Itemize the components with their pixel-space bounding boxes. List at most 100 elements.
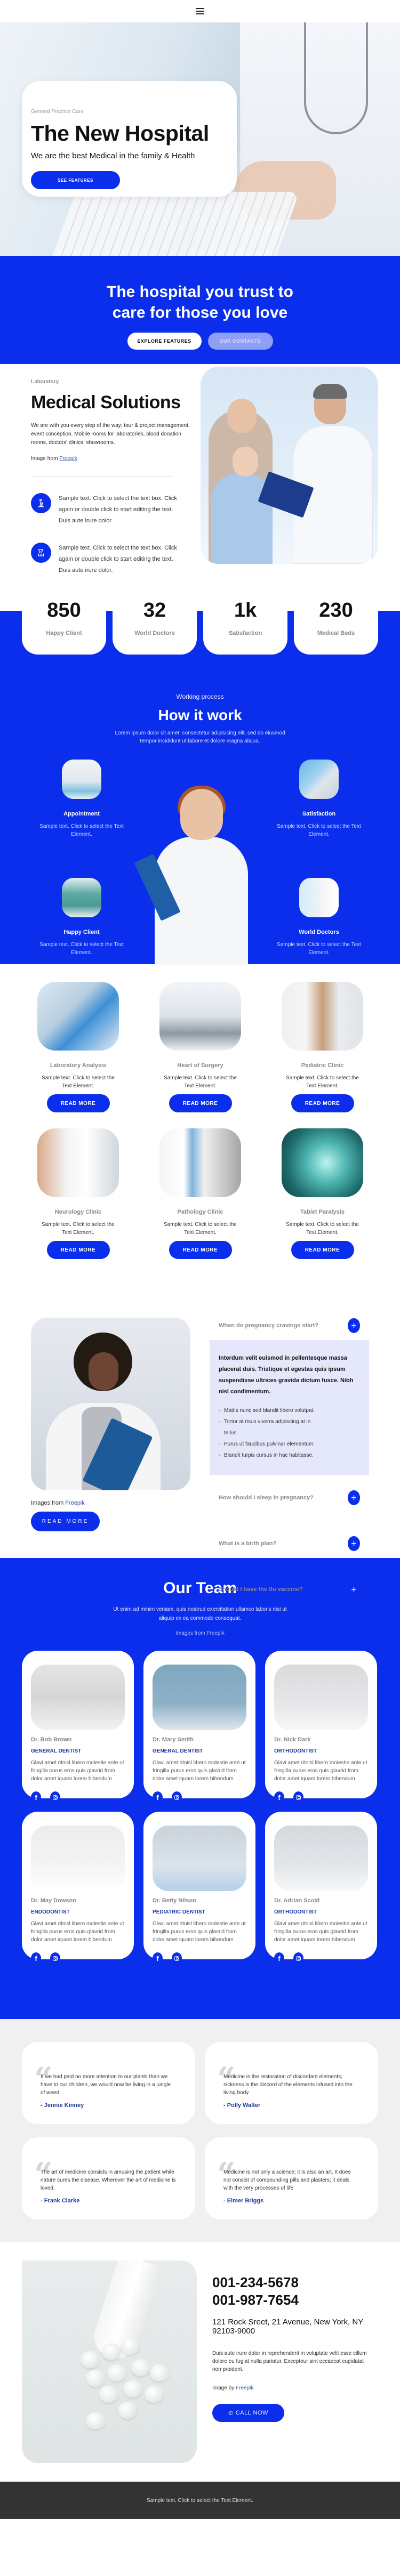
social-links: f	[153, 1791, 246, 1803]
medical-solutions-section: Laboratory Medical Solutions We are with…	[0, 364, 400, 596]
call-now-label: CALL NOW	[235, 2410, 268, 2416]
stat-card: 230 Medical Beds	[294, 596, 378, 655]
service-text: Sample text. Click to select the Text El…	[164, 1075, 237, 1089]
facebook-icon[interactable]: f	[274, 1952, 284, 1964]
doctor-coat-image	[299, 878, 339, 917]
service-title: Tablet Paralysis	[300, 1209, 345, 1215]
explore-features-button[interactable]: EXPLORE FEATURES	[127, 333, 202, 350]
question-text: What is a birth plan?	[219, 1540, 277, 1547]
photo-pill	[86, 2412, 105, 2429]
keyboard-graphic	[52, 192, 300, 256]
faq-question[interactable]: Should I have the flu vaccine? +	[210, 1581, 369, 1597]
section-description: Lorem ipsum dolor sit amet, consectetur …	[115, 730, 285, 744]
instagram-icon[interactable]	[50, 1952, 60, 1964]
plus-icon[interactable]: +	[348, 1536, 360, 1551]
step-title: Satisfaction	[302, 811, 336, 817]
faq-question[interactable]: What is a birth plan? +	[210, 1536, 369, 1552]
call-now-button[interactable]: ✆ CALL NOW	[212, 2404, 284, 2422]
service-card: Neurology Clinic Sample text. Click to s…	[37, 1128, 119, 1259]
photo-pill	[107, 2364, 126, 2381]
member-name: Dr. Adrian Scold	[274, 1897, 320, 1904]
testimonials-section: “If we had paid no more attention to our…	[0, 2019, 400, 2242]
hero-section: General Practice Care The New Hospital W…	[0, 22, 400, 256]
step-title: World Doctors	[299, 929, 339, 935]
section-description: Ut enim ad minim veniam, quis nostrud ex…	[113, 1606, 287, 1621]
hero-subtitle: We are the best Medical in the family & …	[31, 151, 195, 160]
test-tube-icon	[31, 543, 51, 563]
service-title: Neurology Clinic	[54, 1209, 102, 1215]
team-member-card: Dr. Mary Smith GENERAL DENTIST Glavi amet …	[143, 1651, 255, 1803]
team-grid: Dr. Bob Brown GENERAL DENTIST Glavi amet r…	[22, 1651, 400, 1964]
answer-list: Mattis nunc sed blandit libero volutpat.…	[219, 1405, 360, 1461]
read-more-button[interactable]: READ MORE	[31, 1512, 100, 1531]
plus-icon[interactable]: +	[348, 1490, 360, 1505]
team-section: Our Team Ut enim ad minim veniam, quis n…	[0, 1558, 400, 2019]
section-eyebrow: Laboratory	[31, 379, 59, 385]
testimonial-author: - Elmer Briggs	[223, 2198, 264, 2204]
instagram-icon[interactable]	[172, 1791, 182, 1803]
female-doctor-image	[134, 786, 256, 965]
instagram-icon[interactable]	[50, 1791, 60, 1803]
plus-icon[interactable]: +	[348, 1318, 360, 1333]
photo-doctor-face	[180, 789, 223, 840]
service-image-pathology	[159, 1128, 241, 1197]
answer-bullet: Tortor at risus viverra adipiscing at in…	[219, 1416, 320, 1439]
section-title: How it work	[158, 707, 242, 723]
testimonial-quote: Medicine is not only a science; it is al…	[223, 2169, 351, 2191]
testimonial-author: - Frank Clarke	[41, 2198, 80, 2204]
instagram-icon[interactable]	[293, 1791, 303, 1803]
see-features-button[interactable]: SEE FEATURES	[31, 171, 120, 189]
site-footer: Sample text. Click to select the Text El…	[0, 2482, 400, 2519]
our-contacts-button[interactable]: OUR CONTACTS	[207, 333, 273, 350]
answer-bullet: Blandit turpis cursus in hac habitasse.	[219, 1450, 320, 1461]
read-more-button[interactable]: READ MORE	[46, 1094, 110, 1112]
question-text: How should I sleep in pregnancy?	[219, 1495, 314, 1501]
member-photo	[274, 1826, 368, 1891]
address: 121 Rock Sreet, 21 Avenue, New York, NY …	[212, 2317, 363, 2336]
faq-section: Images from Freepik READ MORE When do pr…	[0, 1306, 400, 1597]
read-more-button[interactable]: READ MORE	[169, 1094, 232, 1112]
phone-number[interactable]: 001-987-7654	[212, 2291, 372, 2309]
stethoscope-graphic	[304, 22, 368, 134]
step-text: Sample text. Click to select the Text El…	[277, 823, 361, 837]
faq-question[interactable]: How should I sleep in pregnancy? +	[210, 1490, 369, 1506]
image-credit: Images from Freepik	[31, 1500, 85, 1506]
freepik-link[interactable]: Freepik	[65, 1500, 85, 1506]
faq-question[interactable]: When do pregnancy cravings start? +	[210, 1318, 369, 1334]
social-links: f	[274, 1791, 368, 1803]
freepik-link[interactable]: Freepik	[236, 2385, 253, 2391]
facebook-icon[interactable]: f	[153, 1952, 163, 1964]
team-member-card: Dr. Nick Dark ORTHODONTIST Glavi amet ritn…	[265, 1651, 377, 1803]
facebook-icon[interactable]: f	[274, 1791, 284, 1803]
doctor-with-clipboard-image	[31, 1318, 190, 1490]
step-happy-client: Happy Client Sample text. Click to selec…	[39, 878, 124, 957]
feature-item: Sample text. Click to select the text bo…	[31, 493, 191, 527]
section-description: We are with you every step of the way: t…	[31, 423, 190, 446]
instagram-icon[interactable]	[293, 1952, 303, 1964]
step-appointment: Appointment Sample text. Click to select…	[39, 760, 124, 838]
plus-icon[interactable]: +	[348, 1582, 360, 1597]
member-photo	[153, 1826, 246, 1891]
service-card: Pediatric Clinic Sample text. Click to s…	[282, 982, 363, 1112]
photo-pill	[121, 2338, 140, 2355]
instagram-icon[interactable]	[172, 1952, 182, 1964]
lab-scientist-image	[62, 760, 101, 799]
read-more-button[interactable]: READ MORE	[169, 1241, 232, 1259]
phone-number[interactable]: 001-234-5678	[212, 2274, 372, 2291]
credit-prefix: Image by	[212, 2385, 236, 2391]
read-more-button[interactable]: READ MORE	[291, 1094, 354, 1112]
freepik-link[interactable]: Freepik	[59, 456, 77, 462]
social-links: f	[31, 1952, 125, 1964]
stat-label: World Doctors	[134, 630, 175, 636]
testimonial-card: “The art of medicine consists in amusing…	[22, 2137, 195, 2219]
facebook-icon[interactable]: f	[31, 1791, 41, 1803]
photo-pill	[150, 2364, 169, 2381]
facebook-icon[interactable]: f	[31, 1952, 41, 1964]
read-more-button[interactable]: READ MORE	[291, 1241, 354, 1259]
testimonial-author: - Polly Walter	[223, 2102, 261, 2109]
read-more-button[interactable]: READ MORE	[46, 1241, 110, 1259]
facebook-icon[interactable]: f	[153, 1791, 163, 1803]
social-links: f	[153, 1952, 246, 1964]
hamburger-icon[interactable]	[196, 8, 204, 14]
member-photo	[274, 1665, 368, 1730]
